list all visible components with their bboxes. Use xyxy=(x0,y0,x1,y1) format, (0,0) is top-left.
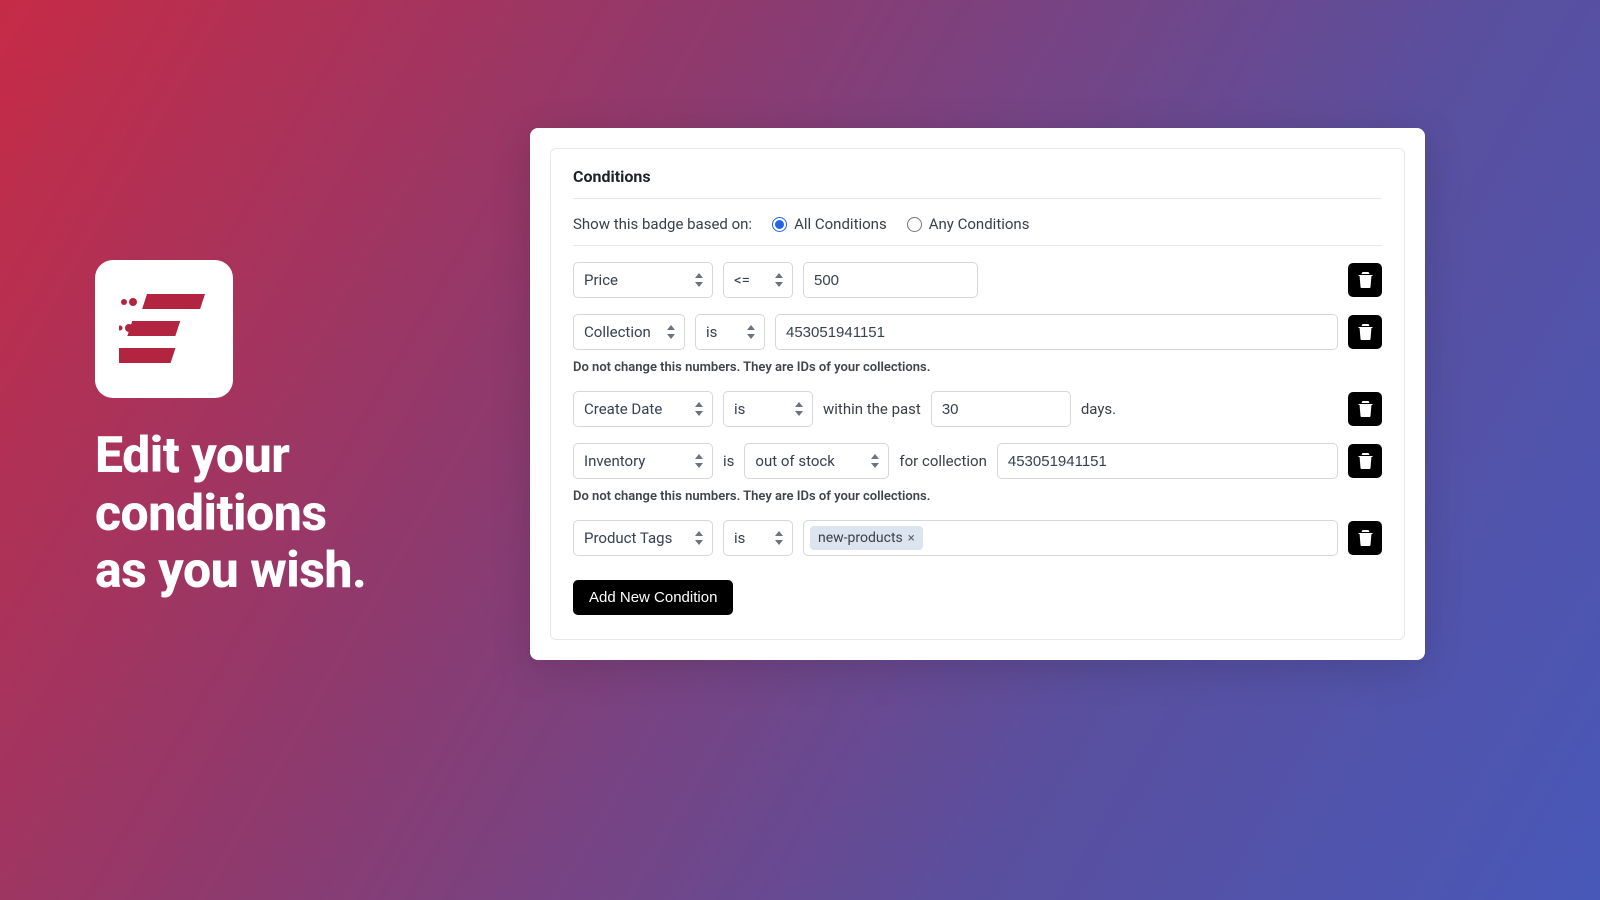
app-logo xyxy=(95,260,233,398)
chevron-updown-icon xyxy=(774,531,784,545)
radio-any-conditions[interactable]: Any Conditions xyxy=(907,215,1030,233)
conditions-panel: Conditions Show this badge based on: All… xyxy=(550,148,1405,640)
marketing-panel: Edit your conditions as you wish. xyxy=(95,260,455,601)
delete-button[interactable] xyxy=(1348,315,1382,349)
value-field[interactable] xyxy=(814,272,967,289)
field-select-price[interactable]: Price xyxy=(573,262,713,298)
field-select-collection[interactable]: Collection xyxy=(573,314,685,350)
days-label: days. xyxy=(1081,400,1116,418)
conditions-card: Conditions Show this badge based on: All… xyxy=(530,128,1425,660)
value-field[interactable] xyxy=(942,401,1060,418)
delete-button[interactable] xyxy=(1348,263,1382,297)
condition-row-inventory: Inventory is out of stock for collection xyxy=(573,443,1382,479)
operator-select-is-date[interactable]: is xyxy=(723,391,813,427)
chevron-updown-icon xyxy=(694,454,704,468)
select-value: Collection xyxy=(584,323,651,341)
operator-select-is-tags[interactable]: is xyxy=(723,520,793,556)
trash-icon xyxy=(1358,324,1373,340)
condition-row-product-tags: Product Tags is new-products × xyxy=(573,520,1382,556)
chevron-updown-icon xyxy=(794,402,804,416)
chevron-updown-icon xyxy=(666,325,676,339)
radio-all-label: All Conditions xyxy=(794,215,887,233)
value-input-inventory-collection[interactable] xyxy=(997,443,1338,479)
select-value: is xyxy=(706,323,717,341)
helper-text-ids: Do not change this numbers. They are IDs… xyxy=(573,489,1382,504)
field-select-create-date[interactable]: Create Date xyxy=(573,391,713,427)
headline-line-3: as you wish. xyxy=(95,543,455,601)
radio-any-input[interactable] xyxy=(907,217,922,232)
value-field[interactable] xyxy=(1008,453,1327,470)
field-select-product-tags[interactable]: Product Tags xyxy=(573,520,713,556)
chevron-updown-icon xyxy=(694,402,704,416)
radio-all-input[interactable] xyxy=(772,217,787,232)
select-value: is xyxy=(734,400,745,418)
delete-button[interactable] xyxy=(1348,392,1382,426)
headline-text: Edit your conditions as you wish. xyxy=(95,428,455,601)
value-field[interactable] xyxy=(786,324,1327,341)
value-input-collection[interactable] xyxy=(775,314,1338,350)
condition-row-create-date: Create Date is within the past days. xyxy=(573,391,1382,427)
chevron-updown-icon xyxy=(774,273,784,287)
radio-any-label: Any Conditions xyxy=(929,215,1030,233)
headline-line-2: conditions xyxy=(95,486,455,544)
select-value: Inventory xyxy=(584,452,645,470)
select-value: Price xyxy=(584,271,618,289)
select-value: Create Date xyxy=(584,400,662,418)
divider xyxy=(573,245,1382,246)
condition-row-collection: Collection is xyxy=(573,314,1382,350)
tags-input[interactable]: new-products × xyxy=(803,520,1338,556)
headline-line-1: Edit your xyxy=(95,428,455,486)
select-value: out of stock xyxy=(755,452,834,470)
radio-all-conditions[interactable]: All Conditions xyxy=(772,215,887,233)
helper-text-ids: Do not change this numbers. They are IDs… xyxy=(573,360,1382,375)
select-value: <= xyxy=(734,271,750,289)
is-label: is xyxy=(723,452,734,470)
field-select-inventory[interactable]: Inventory xyxy=(573,443,713,479)
chevron-updown-icon xyxy=(870,454,880,468)
value-input-price[interactable] xyxy=(803,262,978,298)
chevron-updown-icon xyxy=(694,273,704,287)
delete-button[interactable] xyxy=(1348,521,1382,555)
panel-title: Conditions xyxy=(573,167,1382,186)
chevron-updown-icon xyxy=(746,325,756,339)
chevron-updown-icon xyxy=(694,531,704,545)
within-past-label: within the past xyxy=(823,400,921,418)
remove-tag-icon[interactable]: × xyxy=(908,531,915,546)
trash-icon xyxy=(1358,530,1373,546)
trash-icon xyxy=(1358,272,1373,288)
delete-button[interactable] xyxy=(1348,444,1382,478)
operator-select-is[interactable]: is xyxy=(695,314,765,350)
divider xyxy=(573,198,1382,199)
add-condition-button[interactable]: Add New Condition xyxy=(573,580,733,615)
match-mode-label: Show this badge based on: xyxy=(573,215,752,233)
select-value: is xyxy=(734,529,745,547)
condition-row-price: Price <= xyxy=(573,262,1382,298)
tag-label: new-products xyxy=(818,530,903,546)
value-input-days[interactable] xyxy=(931,391,1071,427)
operator-select-lte[interactable]: <= xyxy=(723,262,793,298)
select-value: Product Tags xyxy=(584,529,672,547)
for-collection-label: for collection xyxy=(899,452,986,470)
trash-icon xyxy=(1358,453,1373,469)
stock-state-select[interactable]: out of stock xyxy=(744,443,889,479)
trash-icon xyxy=(1358,401,1373,417)
tag-chip[interactable]: new-products × xyxy=(810,526,923,550)
match-mode-row: Show this badge based on: All Conditions… xyxy=(573,215,1382,233)
